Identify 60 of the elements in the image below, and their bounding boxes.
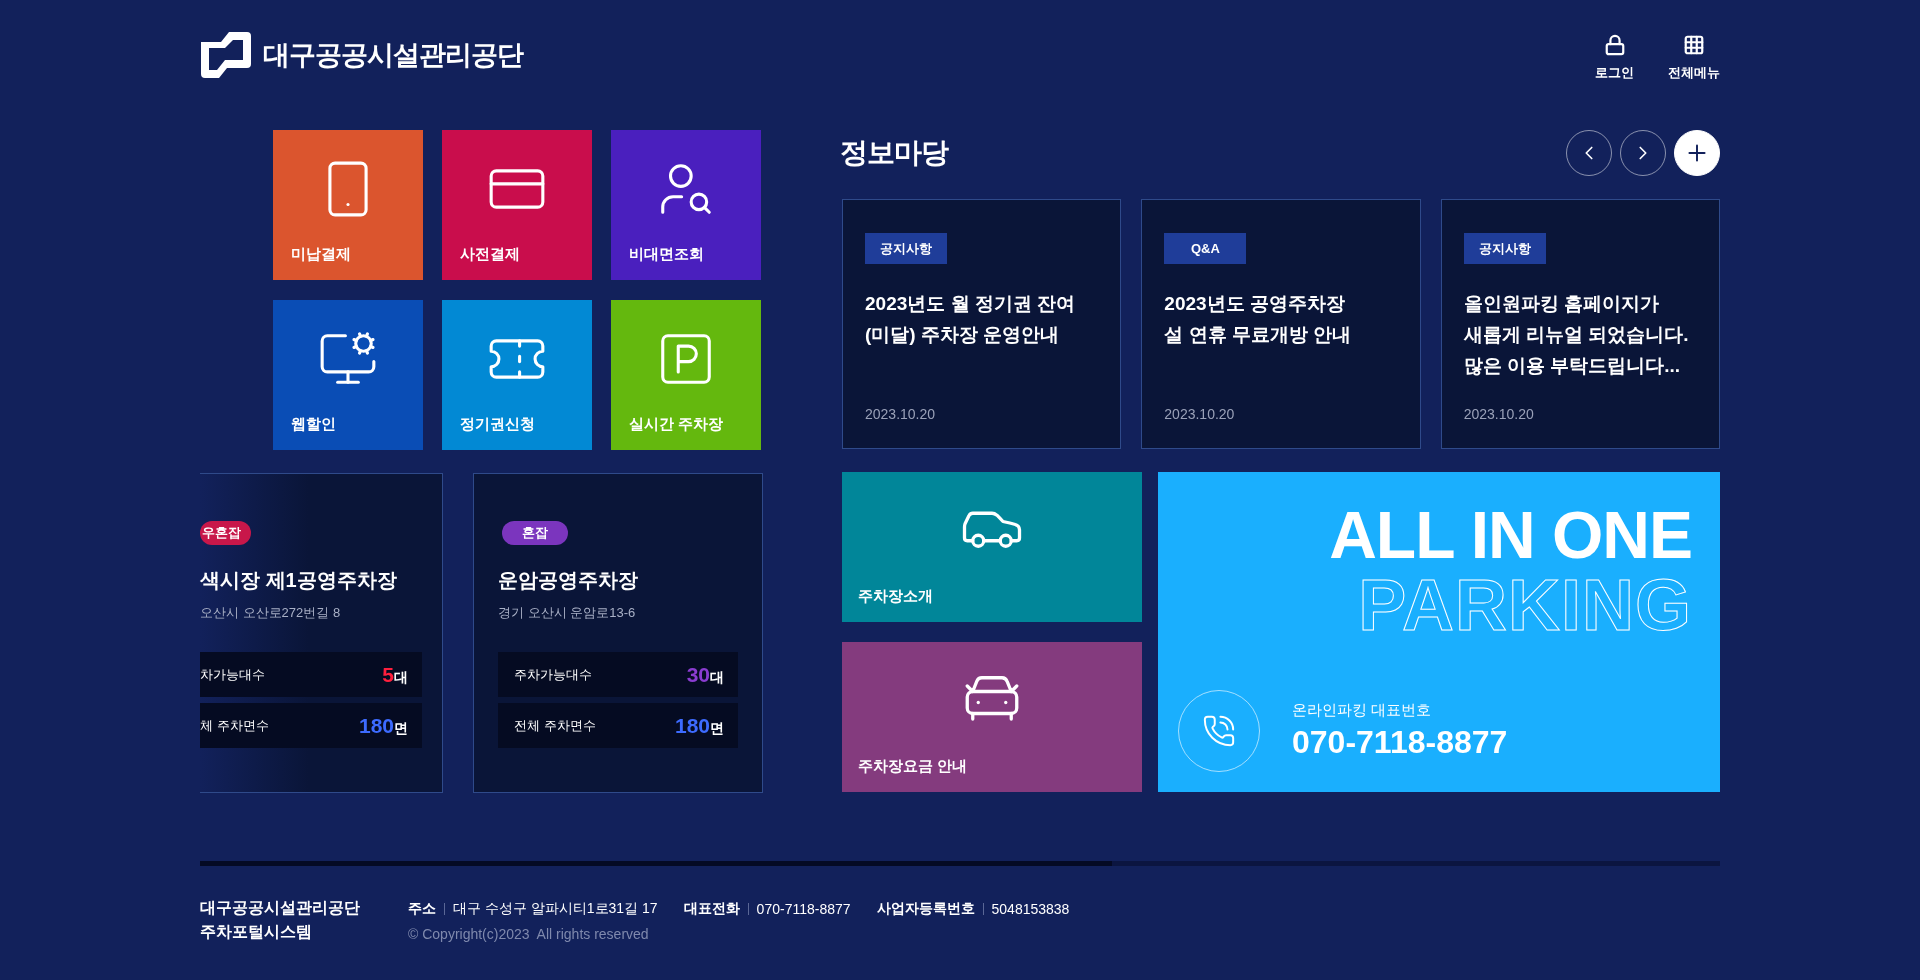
post-card[interactable]: Q&A 2023년도 공영주차장 설 연휴 무료개방 안내 2023.10.20: [1141, 199, 1421, 449]
section-title: 정보마당: [840, 136, 948, 170]
tile-label: 주차장소개: [858, 587, 933, 606]
parking-lot-address: 경기 오산시 운암로13-6: [498, 604, 637, 622]
post-date: 2023.10.20: [1164, 406, 1236, 422]
service-tile[interactable]: 주차장요금 안내: [842, 642, 1142, 792]
login-button[interactable]: 로그인: [1595, 34, 1634, 82]
tile-label: 미납결제: [291, 245, 351, 264]
post-card[interactable]: 공지사항 올인원파킹 홈페이지가 새롭게 리뉴얼 되었습니다. 많은 이용 부탁드립니다... 2023.10.20: [1440, 199, 1720, 449]
stat-value: 180면: [674, 713, 724, 738]
phone-number: 070-7118-8877: [1292, 724, 1508, 761]
stat-label: 체 주차면수: [200, 716, 269, 735]
tile-label: 웹할인: [291, 415, 336, 434]
tile-label: 주차장요금 안내: [858, 757, 968, 776]
quick-menu-tile[interactable]: 비대면조회: [611, 130, 761, 280]
tile-label: 실시간 주차장: [629, 415, 724, 434]
parking-lot-address: 오산시 오산로272번길 8: [200, 604, 342, 622]
banner-headline: ALL IN ONE: [1329, 502, 1692, 568]
footer-label: 사업자등록번호: [876, 900, 975, 918]
status-badge: 우혼잡: [200, 521, 251, 545]
tile-label: 비대면조회: [629, 245, 704, 264]
tile-label: 사전결제: [460, 245, 520, 264]
lock-icon: [1603, 34, 1626, 56]
post-date: 2023.10.20: [1463, 406, 1535, 422]
copyright: © Copyright(c)2023 All rights reserved: [408, 926, 650, 942]
footer-value: 5048153838: [991, 901, 1070, 917]
phone-label: 온라인파킹 대표번호: [1292, 701, 1433, 720]
grid-menu-icon: [1683, 34, 1705, 56]
service-tile[interactable]: 주차장소개: [842, 472, 1142, 622]
category-tag: 공지사항: [1463, 233, 1546, 264]
footer-label: 대표전화: [683, 900, 740, 918]
footer-value: 070-7118-8877: [756, 901, 851, 917]
parking-lot-name: 운암공영주차장: [498, 568, 639, 593]
more-button[interactable]: [1674, 130, 1720, 176]
post-title: 2023년도 월 정기권 잔여 (미달) 주차장 운영안내: [865, 292, 1077, 347]
tile-label: 정기권신청: [460, 415, 535, 434]
logo-text[interactable]: 대구공공시설관리공단: [263, 37, 523, 73]
menu-button[interactable]: 전체메뉴: [1668, 34, 1720, 82]
post-date: 2023.10.20: [865, 406, 937, 422]
quick-menu-tile[interactable]: 웹할인: [273, 300, 423, 450]
footer-value: 대구 수성구 알파시티1로31길 17: [453, 900, 658, 918]
footer-org-name: 대구공공시설관리공단 주차포털시스템: [200, 898, 360, 942]
stat-label: 전체 주차면수: [514, 716, 596, 735]
quick-menu-tile[interactable]: 미납결제: [273, 130, 423, 280]
footer-label: 주소: [408, 900, 436, 918]
quick-menu-tile[interactable]: 사전결제: [442, 130, 592, 280]
post-card[interactable]: 공지사항 2023년도 월 정기권 잔여 (미달) 주차장 운영안내 2023.10.20: [842, 199, 1122, 449]
post-title: 올인원파킹 홈페이지가 새롭게 리뉴얼 되었습니다. 많은 이용 부탁드립니다...: [1463, 292, 1690, 378]
quick-menu-tile[interactable]: 정기권신청: [442, 300, 592, 450]
banner-outline-text: PARKING: [1358, 568, 1692, 642]
stat-value: 30대: [686, 662, 724, 687]
status-badge: 혼잡: [502, 521, 568, 545]
post-title: 2023년도 공영주차장 설 연휴 무료개방 안내: [1164, 292, 1353, 347]
stat-value: 5대: [382, 662, 408, 687]
category-tag: Q&A: [1164, 233, 1247, 264]
stat-value: 180면: [358, 713, 408, 738]
stat-label: 주차가능대수: [514, 665, 592, 684]
parking-lot-name: 색시장 제1공영주차장: [200, 568, 398, 593]
category-tag: 공지사항: [865, 233, 947, 264]
stat-label: 차가능대수: [200, 665, 265, 684]
